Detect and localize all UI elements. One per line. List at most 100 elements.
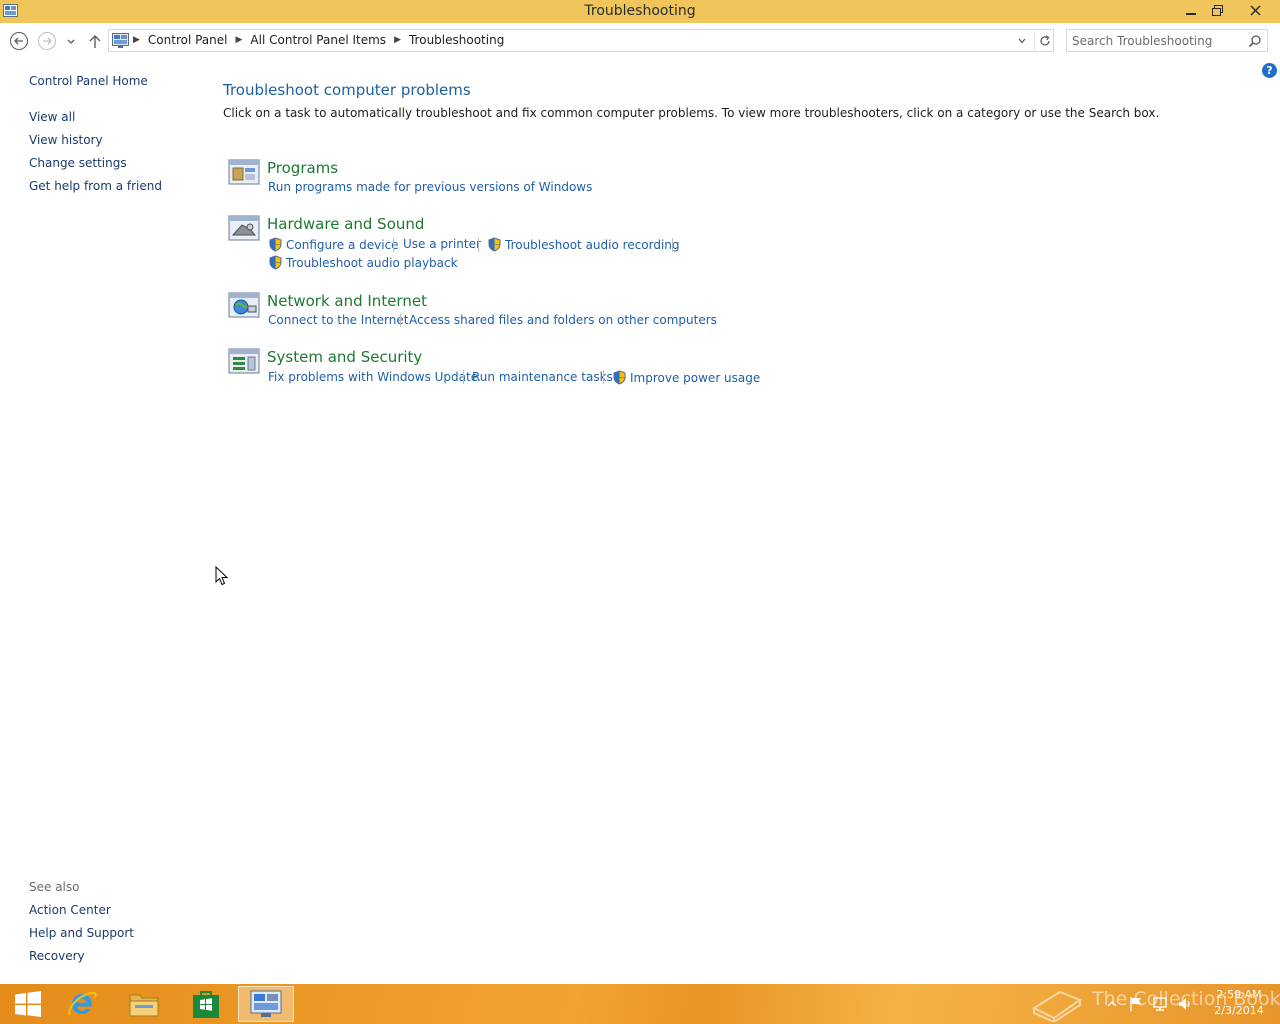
breadcrumb-troubleshooting[interactable]: Troubleshooting (409, 33, 504, 47)
task-troubleshoot-audio-recording[interactable]: Troubleshoot audio recording (487, 237, 680, 252)
breadcrumb-control-panel[interactable]: Control Panel (148, 33, 228, 47)
close-icon (1249, 5, 1261, 16)
get-help-from-a-friend-link[interactable]: Get help from a friend (29, 179, 162, 193)
refresh-button[interactable] (1034, 31, 1054, 50)
action-center-link[interactable]: Action Center (29, 903, 111, 917)
search-box[interactable] (1066, 29, 1268, 52)
task-use-a-printer[interactable]: Use a printer (403, 237, 481, 251)
clock-time: 2:59 AM (1216, 988, 1262, 1001)
category-programs[interactable]: Programs (267, 159, 338, 177)
task-label: Run maintenance tasks (472, 370, 613, 384)
search-input[interactable] (1067, 30, 1245, 51)
help-icon[interactable]: ? (1262, 63, 1277, 78)
back-button[interactable] (9, 31, 29, 51)
up-button[interactable] (85, 31, 105, 51)
network-internet-icon[interactable] (228, 290, 260, 320)
restore-icon (1211, 5, 1223, 16)
task-separator (400, 313, 401, 327)
task-label: Access shared files and folders on other… (409, 313, 717, 327)
network-icon (1153, 997, 1167, 1011)
network-tray[interactable] (1150, 984, 1170, 1024)
taskbar: 2:59 AM 2/3/2014 (0, 984, 1280, 1024)
view-all-link[interactable]: View all (29, 110, 75, 124)
forward-button[interactable] (37, 31, 57, 51)
task-label: Use a printer (403, 237, 481, 251)
speaker-icon (1179, 998, 1190, 1010)
category-system-and-security[interactable]: System and Security (267, 348, 422, 366)
task-label: Improve power usage (630, 370, 761, 385)
breadcrumb-separator[interactable]: ▶ (133, 35, 140, 45)
task-label: Configure a device (286, 237, 399, 252)
task-separator (603, 370, 604, 384)
title-bar: Troubleshooting (0, 0, 1280, 23)
show-hidden-icons-button[interactable] (1104, 984, 1120, 1024)
task-separator (672, 238, 673, 252)
uac-shield-icon (269, 237, 282, 252)
store-icon (193, 991, 219, 1018)
task-label: Fix problems with Windows Update (268, 370, 479, 384)
uac-shield-icon (613, 370, 626, 385)
action-center-tray[interactable] (1126, 984, 1146, 1024)
task-access-shared-files[interactable]: Access shared files and folders on other… (409, 313, 717, 327)
folder-icon (129, 994, 159, 1017)
task-separator (478, 238, 479, 252)
task-label: Connect to the Internet (268, 313, 409, 327)
change-settings-link[interactable]: Change settings (29, 156, 127, 170)
recovery-link[interactable]: Recovery (29, 949, 85, 963)
minimize-button[interactable] (1178, 0, 1204, 21)
taskbar-control-panel[interactable] (238, 986, 294, 1022)
task-improve-power-usage[interactable]: Improve power usage (612, 370, 760, 385)
back-arrow-icon (10, 32, 28, 50)
hardware-sound-icon[interactable] (228, 213, 260, 243)
task-run-programs-previous-windows[interactable]: Run programs made for previous versions … (268, 180, 592, 194)
category-hardware-and-sound[interactable]: Hardware and Sound (267, 215, 424, 233)
breadcrumb-all-control-panel-items[interactable]: All Control Panel Items (250, 33, 386, 47)
windows-logo-icon (15, 991, 41, 1017)
view-history-link[interactable]: View history (29, 133, 103, 147)
mouse-cursor-icon (215, 566, 229, 586)
chevron-down-icon (67, 39, 75, 44)
page-description: Click on a task to automatically trouble… (223, 106, 1160, 120)
up-arrow-icon (89, 35, 101, 48)
system-security-icon[interactable] (228, 346, 260, 376)
taskbar-internet-explorer[interactable] (54, 986, 110, 1022)
refresh-icon (1039, 34, 1050, 45)
task-run-maintenance-tasks[interactable]: Run maintenance tasks (472, 370, 613, 384)
control-panel-home-link[interactable]: Control Panel Home (29, 74, 148, 88)
chevron-up-icon (1107, 1001, 1117, 1007)
category-network-and-internet[interactable]: Network and Internet (267, 292, 427, 310)
window-title: Troubleshooting (584, 3, 696, 19)
taskbar-windows-store[interactable] (178, 986, 234, 1022)
volume-tray[interactable] (1174, 984, 1196, 1024)
recent-locations-button[interactable] (63, 31, 79, 51)
close-button[interactable] (1241, 0, 1269, 21)
breadcrumb: ▶ Control Panel ▶ All Control Panel Item… (133, 33, 504, 47)
task-connect-to-the-internet[interactable]: Connect to the Internet (268, 313, 408, 327)
programs-icon[interactable] (228, 157, 260, 187)
task-separator (393, 238, 394, 252)
task-label: Run programs made for previous versions … (268, 180, 593, 194)
search-icon[interactable] (1248, 34, 1262, 48)
breadcrumb-separator[interactable]: ▶ (236, 35, 243, 45)
task-fix-problems-windows-update[interactable]: Fix problems with Windows Update (268, 370, 478, 384)
minimize-icon (1186, 12, 1196, 15)
address-dropdown-button[interactable] (1013, 32, 1031, 50)
task-label: Troubleshoot audio playback (286, 255, 458, 270)
breadcrumb-separator[interactable]: ▶ (394, 35, 401, 45)
page-title: Troubleshoot computer problems (223, 81, 471, 99)
navigation-bar: ▶ Control Panel ▶ All Control Panel Item… (0, 23, 1280, 59)
control-panel-icon (250, 990, 282, 1017)
internet-explorer-icon (68, 991, 97, 1016)
task-label: Troubleshoot audio recording (505, 237, 680, 252)
restore-button[interactable] (1204, 0, 1230, 21)
taskbar-file-explorer[interactable] (116, 986, 172, 1022)
control-panel-icon (112, 33, 129, 48)
task-configure-a-device[interactable]: Configure a device (268, 237, 399, 252)
task-troubleshoot-audio-playback[interactable]: Troubleshoot audio playback (268, 255, 458, 270)
start-button[interactable] (0, 986, 56, 1022)
taskbar-clock[interactable]: 2:59 AM 2/3/2014 (1208, 987, 1270, 1019)
address-bar[interactable]: ▶ Control Panel ▶ All Control Panel Item… (108, 29, 1054, 52)
clock-date: 2/3/2014 (1214, 1004, 1264, 1017)
uac-shield-icon (488, 237, 501, 252)
help-and-support-link[interactable]: Help and Support (29, 926, 134, 940)
